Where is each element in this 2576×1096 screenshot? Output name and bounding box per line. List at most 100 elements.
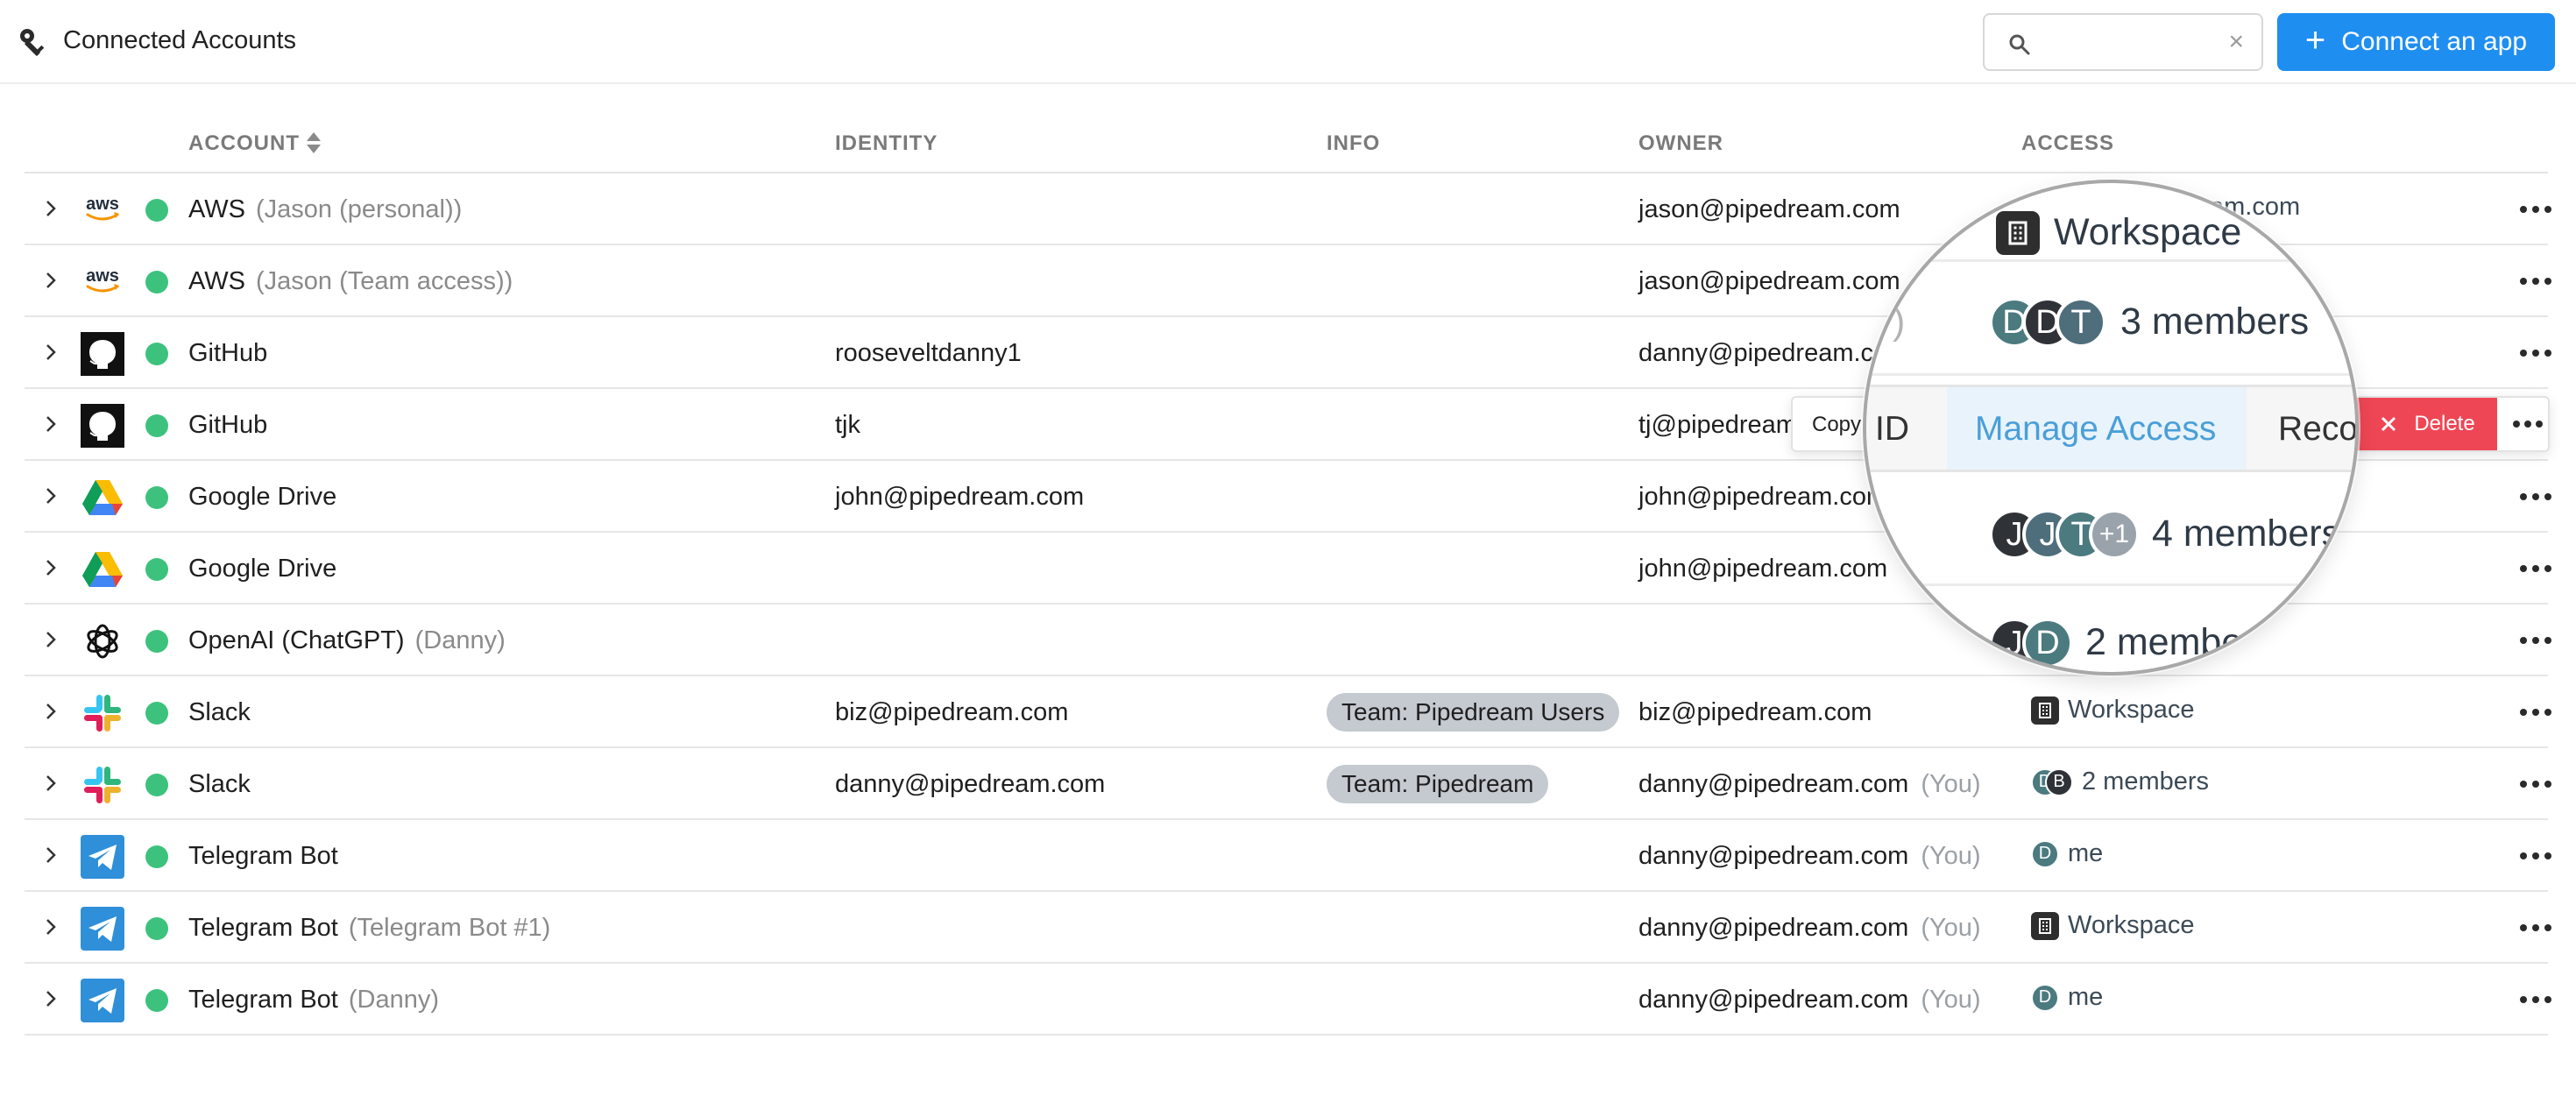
chevron-right-icon[interactable] — [39, 843, 63, 867]
aws-icon: aws — [86, 266, 119, 293]
chevron-right-icon[interactable] — [39, 699, 63, 724]
access-cell[interactable]: D me — [2031, 983, 2103, 1012]
account-name: GitHub — [188, 411, 268, 439]
copy-id-menu-item[interactable]: Copy — [1812, 413, 1861, 437]
table-row[interactable]: Telegram Bot (Telegram Bot #1) danny@pipe… — [25, 892, 2551, 964]
zoom-members-label: 2 members — [2085, 621, 2275, 663]
chevron-right-icon[interactable] — [39, 412, 63, 436]
status-dot — [145, 917, 168, 940]
chevron-right-icon[interactable] — [39, 555, 63, 580]
telegram-icon — [81, 835, 124, 879]
avatar: D — [2031, 839, 2059, 868]
access-label: Workspace — [2068, 696, 2195, 724]
zoom-recon-menu-item[interactable]: Recon — [2278, 410, 2355, 449]
access-label: Workspace — [2068, 911, 2195, 939]
access-cell[interactable]: DB 2 members — [2031, 767, 2209, 796]
identity-value: rooseveltdanny1 — [835, 339, 1022, 367]
owner-email: jason@pipedream.com — [1638, 267, 1900, 295]
owner-email: danny@pipedream.com (You) — [1638, 914, 1981, 942]
owner-email: jason@pipedream.com — [1638, 195, 1900, 223]
more-options-button[interactable] — [2520, 841, 2551, 871]
connect-app-button[interactable]: + Connect an app — [2277, 13, 2555, 71]
chevron-right-icon[interactable] — [39, 484, 63, 508]
account-name: Telegram Bot — [188, 842, 338, 870]
slack-icon — [84, 767, 121, 803]
telegram-icon — [81, 907, 124, 951]
openai-icon — [87, 624, 118, 659]
page-title: Connected Accounts — [63, 26, 297, 54]
clear-search-icon[interactable]: × — [2228, 27, 2244, 57]
aws-icon: aws — [86, 194, 119, 221]
telegram-icon — [81, 979, 124, 1022]
table-row[interactable]: Telegram Bot (Danny) danny@pipedream.com(… — [25, 964, 2551, 1036]
chevron-right-icon[interactable] — [39, 268, 63, 293]
info-badge: Team: Pipedream — [1327, 765, 1549, 803]
table-row[interactable]: Slack danny@pipedream.com Team: Pipedrea… — [25, 748, 2551, 820]
more-options-button[interactable] — [2520, 338, 2551, 368]
close-icon — [2381, 416, 2396, 432]
more-options-button[interactable] — [2520, 769, 2551, 799]
zoom-edge-text: ) — [1893, 301, 1906, 343]
chevron-right-icon[interactable] — [39, 986, 63, 1011]
avatar: T — [2056, 297, 2106, 348]
delete-button[interactable]: Delete — [2357, 398, 2497, 450]
zoom-members-label: 4 members — [2152, 513, 2341, 555]
account-name: GitHub — [188, 339, 268, 367]
svg-text:aws: aws — [86, 266, 119, 286]
search-icon — [2009, 34, 2030, 55]
access-cell[interactable]: Workspace — [2031, 696, 2195, 725]
owner-email: danny@pipedream.com (You) — [1638, 842, 1981, 870]
zoom-members-label: 3 members — [2120, 301, 2310, 343]
column-header-account[interactable]: ACCOUNT — [188, 131, 322, 156]
status-dot — [145, 630, 168, 653]
key-icon — [20, 29, 45, 56]
github-icon — [81, 404, 124, 448]
more-options-button[interactable] — [2520, 482, 2551, 512]
account-name: Google Drive — [188, 483, 337, 511]
zoom-copy-id-item[interactable]: ID — [1875, 410, 1909, 449]
table-row[interactable]: Telegram Bot danny@pipedream.com (You) D … — [25, 820, 2551, 892]
identity-value: danny@pipedream.com — [835, 770, 1106, 798]
chevron-right-icon[interactable] — [39, 340, 63, 364]
column-header-account-label: ACCOUNT — [188, 131, 300, 155]
status-dot — [145, 414, 168, 437]
chevron-right-icon[interactable] — [39, 915, 63, 939]
search-box[interactable]: × — [1983, 13, 2263, 71]
owner-email: john@pipedream.com — [1638, 483, 1888, 511]
account-name: Telegram Bot (Danny) — [188, 986, 440, 1014]
access-cell[interactable]: Workspace — [2031, 911, 2195, 940]
zoom-row: J D 2 members — [1866, 588, 2355, 672]
svg-text:aws: aws — [86, 194, 119, 214]
more-options-button[interactable] — [2520, 554, 2551, 583]
more-options-button[interactable] — [2520, 194, 2551, 224]
magnifier-lens: Workspace ) D D T 3 members ID Manage Ac… — [1863, 180, 2359, 675]
google-drive-icon — [82, 552, 123, 587]
menu-more-icon[interactable] — [2513, 421, 2543, 428]
owner-email: danny@pipedream.com (You) — [1638, 770, 1981, 798]
account-name: AWS (Jason (personal)) — [188, 195, 463, 223]
avatar: B — [2045, 767, 2073, 796]
table-row[interactable]: Slack biz@pipedream.com Team: Pipedream … — [25, 676, 2551, 748]
identity-value: biz@pipedream.com — [835, 698, 1069, 726]
access-cell[interactable]: D me — [2031, 839, 2103, 868]
sort-icon[interactable] — [305, 130, 322, 156]
more-options-button[interactable] — [2520, 985, 2551, 1015]
search-input[interactable] — [2042, 25, 2218, 60]
account-name: Telegram Bot (Telegram Bot #1) — [188, 914, 551, 942]
chevron-right-icon[interactable] — [39, 627, 63, 652]
status-dot — [145, 271, 168, 293]
avatar: D — [2031, 983, 2059, 1012]
more-options-button[interactable] — [2520, 697, 2551, 727]
chevron-right-icon[interactable] — [39, 196, 63, 221]
manage-access-menu-item[interactable]: Manage Access — [1975, 410, 2216, 449]
access-label: me — [2068, 839, 2104, 867]
chevron-right-icon[interactable] — [39, 771, 63, 795]
more-options-button[interactable] — [2520, 266, 2551, 296]
account-name: Google Drive — [188, 555, 337, 583]
avatar-overflow: +1 — [2089, 509, 2140, 560]
more-options-button[interactable] — [2520, 913, 2551, 943]
more-options-button[interactable] — [2520, 626, 2551, 655]
google-drive-icon — [82, 480, 123, 515]
slack-icon — [84, 695, 121, 732]
plus-icon: + — [2304, 21, 2326, 60]
